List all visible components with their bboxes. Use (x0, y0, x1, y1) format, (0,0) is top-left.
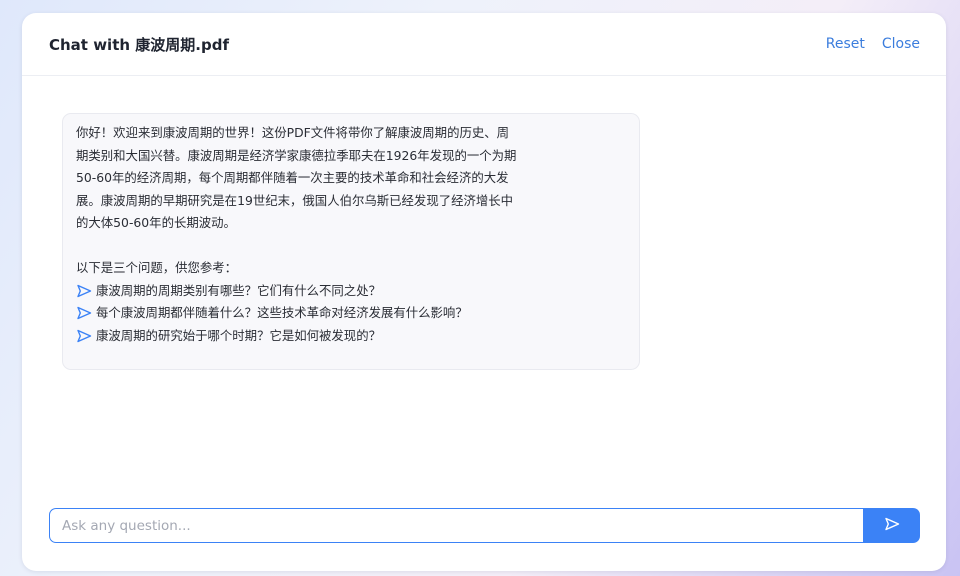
suggested-question-text: 康波周期的周期类别有哪些？它们有什么不同之处？ (96, 282, 381, 298)
close-button[interactable]: Close (882, 36, 920, 52)
assistant-message: 你好！欢迎来到康波周期的世界！这份PDF文件将带你了解康波周期的历史、周 期类别… (62, 113, 640, 370)
suggested-question-text: 每个康波周期都伴随着什么？这些技术革命对经济发展有什么影响？ (96, 305, 468, 320)
message-composer (49, 508, 920, 543)
questions-heading: 以下是三个问题，供您参考： (76, 260, 238, 275)
suggested-question-text: 康波周期的研究始于哪个时期？它是如何被发现的？ (96, 327, 381, 343)
send-arrow-icon (884, 516, 900, 535)
send-arrow-icon (76, 284, 92, 298)
chat-header: Chat with 康波周期.pdf Reset Close (22, 13, 946, 76)
send-arrow-icon (76, 329, 92, 343)
chat-window: Chat with 康波周期.pdf Reset Close 你好！欢迎来到康波… (22, 13, 946, 571)
question-input[interactable] (49, 508, 863, 543)
suggested-question[interactable]: 每个康波周期都伴随着什么？这些技术革命对经济发展有什么影响？ (76, 302, 629, 325)
send-arrow-icon (76, 306, 92, 320)
header-actions: Reset Close (826, 36, 920, 52)
suggested-question[interactable]: 康波周期的研究始于哪个时期？它是如何被发现的？ (76, 325, 629, 348)
reset-button[interactable]: Reset (826, 36, 865, 52)
message-intro: 你好！欢迎来到康波周期的世界！这份PDF文件将带你了解康波周期的历史、周 期类别… (76, 125, 517, 230)
suggested-question[interactable]: 康波周期的周期类别有哪些？它们有什么不同之处？ (76, 280, 629, 303)
chat-title: Chat with 康波周期.pdf (49, 36, 229, 54)
send-button[interactable] (863, 508, 920, 543)
